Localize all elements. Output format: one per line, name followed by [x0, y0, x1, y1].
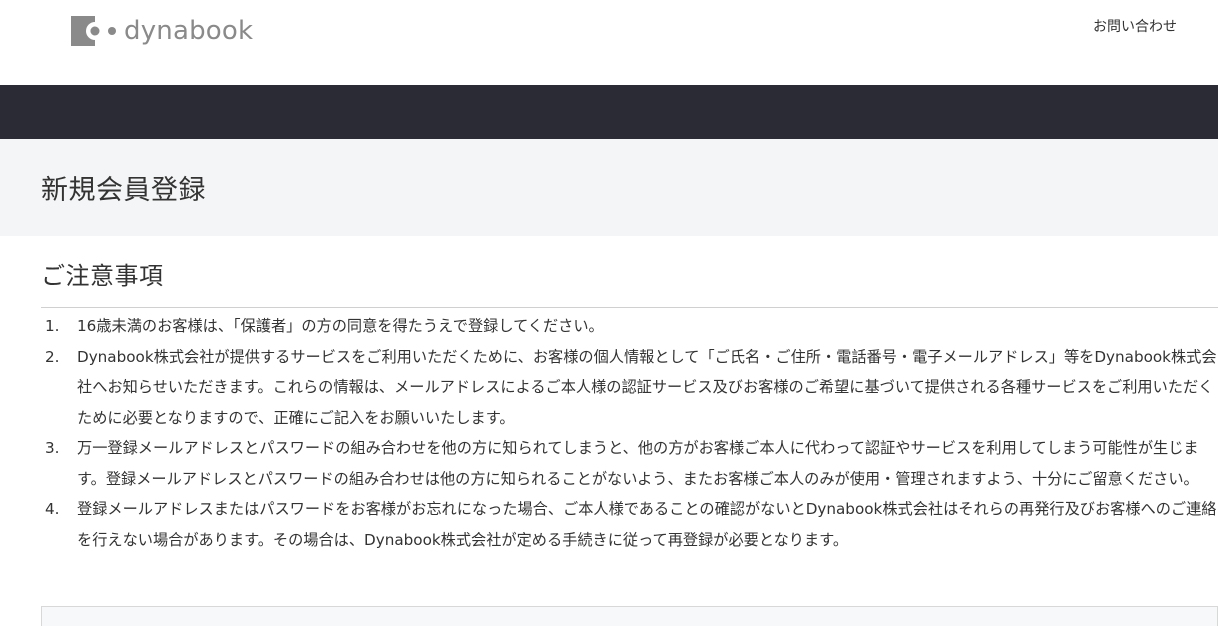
page-title: 新規会員登録 [41, 175, 206, 206]
notes-list: 1. 16歳未満のお客様は、「保護者」の方の同意を得たうえで登録してください。 … [41, 308, 1218, 555]
note-text: 万一登録メールアドレスとパスワードの組み合わせを他の方に知られてしまうと、他の方… [77, 439, 1199, 488]
note-text: 16歳未満のお客様は、「保護者」の方の同意を得たうえで登録してください。 [77, 317, 604, 335]
site-header: dynabook お問い合わせ [0, 0, 1218, 85]
note-number: 1. [45, 317, 60, 335]
note-item: 4. 登録メールアドレスまたはパスワードをお客様がお忘れになった場合、ご本人様で… [41, 494, 1218, 555]
dynabook-logo[interactable]: dynabook [71, 15, 253, 47]
note-number: 2. [45, 347, 60, 366]
page-title-band: 新規会員登録 [0, 139, 1218, 236]
note-item: 2. Dynabook株式会社が提供するサービスをご利用いただくために、お客様の… [41, 342, 1218, 434]
dynabook-logo-mark-icon [71, 16, 105, 46]
note-text: Dynabook株式会社が提供するサービスをご利用いただくために、お客様の個人情… [77, 347, 1217, 427]
main-content: ご注意事項 1. 16歳未満のお客様は、「保護者」の方の同意を得たうえで登録して… [0, 236, 1218, 555]
note-text: 登録メールアドレスまたはパスワードをお客様がお忘れになった場合、ご本人様であるこ… [77, 500, 1217, 549]
logo-text: dynabook [124, 16, 254, 46]
contact-link[interactable]: お問い合わせ [1093, 16, 1177, 36]
global-navbar [0, 85, 1218, 139]
section-title-notes: ご注意事項 [41, 236, 1218, 308]
note-number: 3. [45, 439, 60, 457]
note-number: 4. [45, 500, 60, 518]
note-item: 1. 16歳未満のお客様は、「保護者」の方の同意を得たうえで登録してください。 [41, 311, 1218, 342]
logo-dot-icon [108, 27, 116, 35]
registration-form-box [41, 606, 1218, 626]
note-item: 3. 万一登録メールアドレスとパスワードの組み合わせを他の方に知られてしまうと、… [41, 433, 1218, 494]
